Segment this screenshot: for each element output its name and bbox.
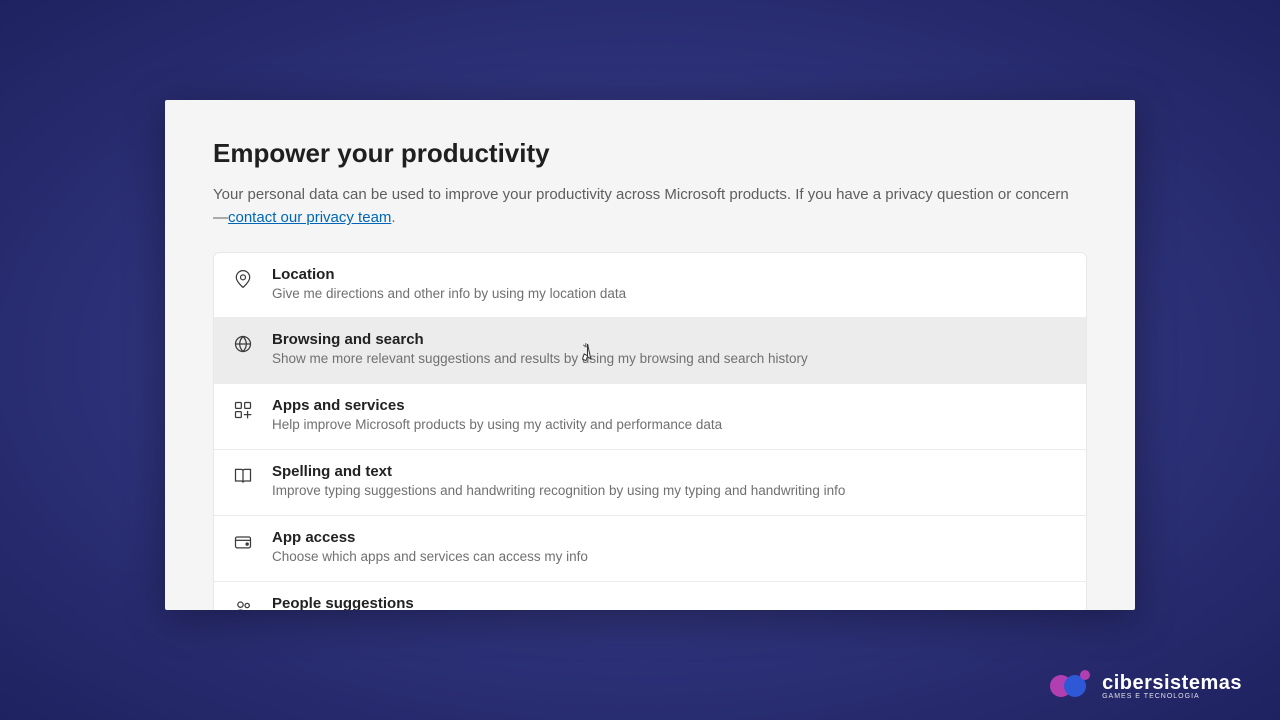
- setting-row-location[interactable]: Location Give me directions and other in…: [214, 253, 1086, 319]
- page-subtitle: Your personal data can be used to improv…: [213, 183, 1083, 230]
- setting-row-app-access[interactable]: App access Choose which apps and service…: [214, 516, 1086, 582]
- row-title: Location: [272, 266, 1068, 283]
- setting-row-browsing-search[interactable]: Browsing and search Show me more relevan…: [214, 318, 1086, 384]
- location-pin-icon: [232, 268, 254, 290]
- row-title: People suggestions: [272, 595, 1068, 610]
- row-title: App access: [272, 529, 1068, 546]
- row-desc: Choose which apps and services can acces…: [272, 548, 1068, 567]
- row-desc: Improve typing suggestions and handwriti…: [272, 482, 1068, 501]
- people-icon: [232, 597, 254, 610]
- watermark: cibersistemas GAMES E TECNOLOGIA: [1050, 672, 1242, 700]
- setting-row-spelling-text[interactable]: Spelling and text Improve typing suggest…: [214, 450, 1086, 516]
- subtitle-suffix: .: [391, 209, 395, 226]
- settings-list: Location Give me directions and other in…: [213, 252, 1087, 611]
- row-title: Apps and services: [272, 397, 1068, 414]
- apps-grid-icon: [232, 399, 254, 421]
- book-open-icon: [232, 465, 254, 487]
- row-title: Browsing and search: [272, 331, 1068, 348]
- globe-icon: [232, 333, 254, 355]
- row-desc: Show me more relevant suggestions and re…: [272, 350, 1068, 369]
- wallet-icon: [232, 531, 254, 553]
- contact-privacy-link[interactable]: contact our privacy team: [228, 209, 391, 226]
- watermark-subtitle: GAMES E TECNOLOGIA: [1102, 693, 1242, 700]
- watermark-logo-icon: [1050, 672, 1094, 700]
- row-desc: Give me directions and other info by usi…: [272, 285, 1068, 304]
- row-desc: Help improve Microsoft products by using…: [272, 416, 1068, 435]
- privacy-settings-panel: Empower your productivity Your personal …: [165, 100, 1135, 610]
- watermark-brand: cibersistemas: [1102, 673, 1242, 693]
- page-title: Empower your productivity: [213, 138, 1087, 169]
- setting-row-people-suggestions[interactable]: People suggestions Expand my suggestions…: [214, 582, 1086, 610]
- row-title: Spelling and text: [272, 463, 1068, 480]
- setting-row-apps-services[interactable]: Apps and services Help improve Microsoft…: [214, 384, 1086, 450]
